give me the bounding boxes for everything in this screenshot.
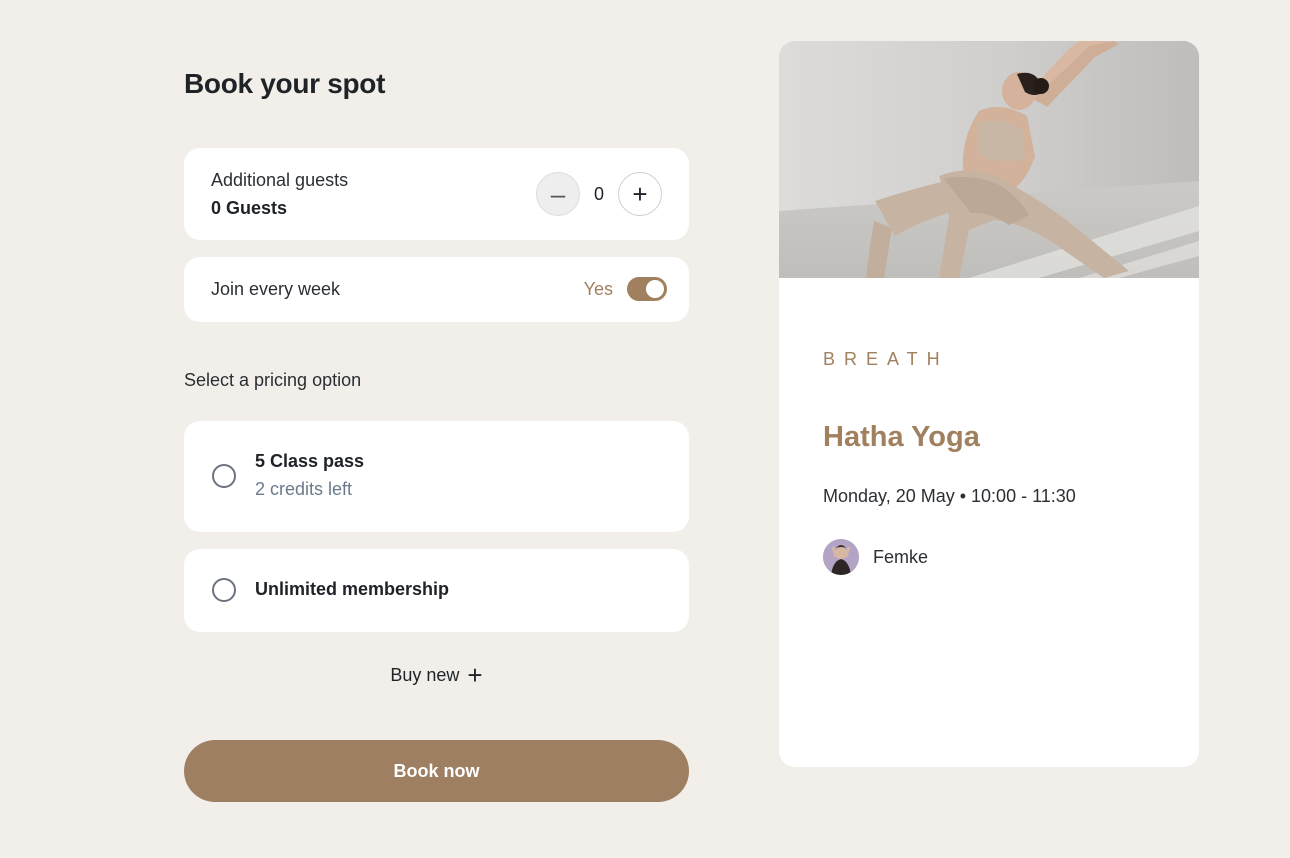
instructor: Femke <box>823 539 928 575</box>
plus-icon: + <box>467 660 483 690</box>
instructor-name: Femke <box>873 546 929 567</box>
buy-new-label: Buy new <box>390 665 460 685</box>
decrement-guests-button[interactable]: – <box>536 172 580 216</box>
avatar <box>823 539 859 575</box>
avatar-image <box>823 539 859 575</box>
guests-value: 0 Guests <box>211 198 288 218</box>
class-datetime: Monday, 20 May • 10:00 - 11:30 <box>823 486 1076 506</box>
book-now-button[interactable]: Book now <box>184 740 689 802</box>
pricing-option-unlimited[interactable]: Unlimited membership <box>184 549 689 632</box>
weekly-card: Join every week Yes <box>184 257 689 322</box>
option-title: 5 Class pass <box>255 451 365 471</box>
yoga-pose-illustration <box>779 41 1199 278</box>
weekly-label: Join every week <box>211 279 341 299</box>
increment-guests-button[interactable]: + <box>618 172 662 216</box>
radio-button[interactable] <box>212 578 236 602</box>
guests-count: 0 <box>593 183 604 204</box>
weekly-toggle-group: Yes <box>584 277 667 301</box>
option-title: Unlimited membership <box>255 579 450 599</box>
class-card: BREATH Hatha Yoga Monday, 20 May • 10:00… <box>779 41 1199 767</box>
pricing-option-class-pass[interactable]: 5 Class pass 2 credits left <box>184 421 689 532</box>
page-title: Book your spot <box>184 68 386 99</box>
class-title: Hatha Yoga <box>823 421 980 453</box>
toggle-state-label: Yes <box>583 278 613 299</box>
radio-button[interactable] <box>212 464 236 488</box>
plus-icon: + <box>632 179 648 209</box>
pricing-label: Select a pricing option <box>184 370 362 390</box>
guests-stepper: – 0 + <box>536 172 662 216</box>
class-hero-image <box>779 41 1199 278</box>
toggle-knob <box>646 280 664 298</box>
option-subtitle: 2 credits left <box>255 479 353 499</box>
weekly-toggle[interactable] <box>627 277 667 301</box>
guests-label: Additional guests <box>211 170 349 190</box>
guests-card: Additional guests 0 Guests – 0 + <box>184 148 689 240</box>
minus-icon: – <box>550 179 566 209</box>
brand-logo: BREATH <box>823 349 949 369</box>
buy-new-link[interactable]: Buy new + <box>184 660 689 691</box>
